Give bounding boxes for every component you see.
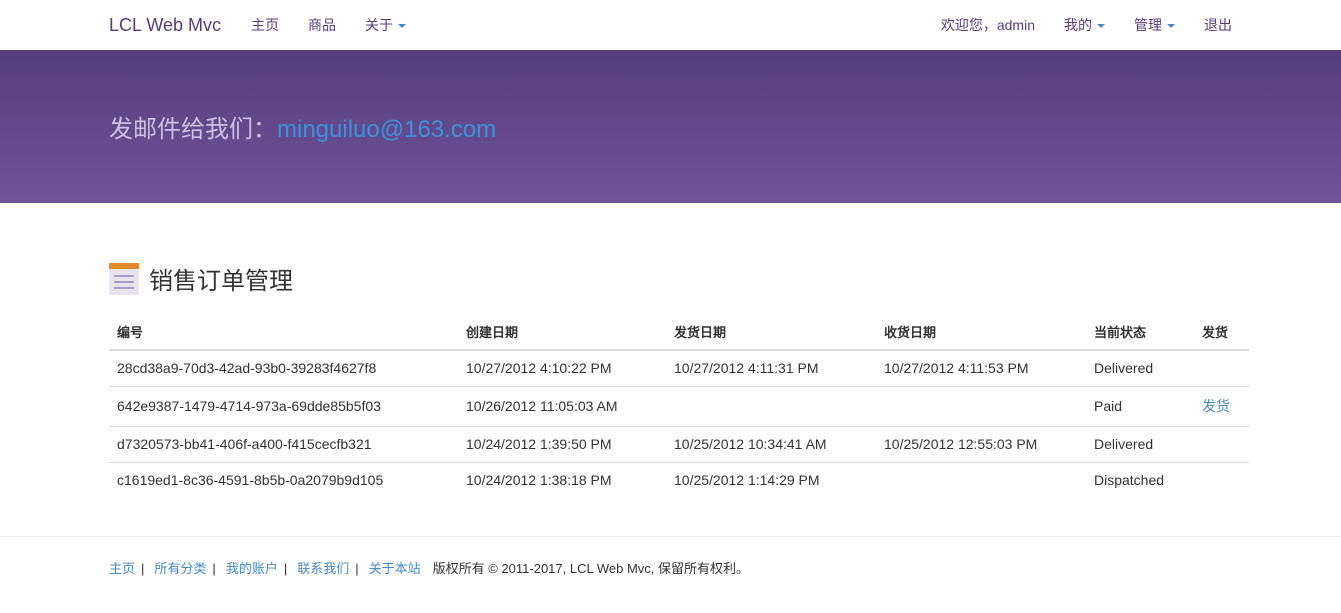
navbar: LCL Web Mvc 主页 商品 关于 欢迎您，admin 我的 管理 退出 [0,0,1341,50]
table-cell: d7320573-bb41-406f-a400-f415cecfb321 [109,426,458,463]
table-cell: 10/27/2012 4:10:22 PM [458,350,666,387]
table-cell [876,386,1086,427]
table-cell: Paid [1086,386,1194,427]
table-cell [666,386,876,427]
footer-link[interactable]: 联系我们 [297,561,349,576]
column-header: 发货日期 [666,314,876,351]
table-row: 642e9387-1479-4714-973a-69dde85b5f03 10/2… [109,386,1249,427]
footer-separator: | [212,561,216,576]
table-cell: 10/24/2012 1:39:50 PM [458,426,666,463]
table-cell [1194,426,1249,463]
table-cell: Delivered [1086,426,1194,463]
table-cell [1194,350,1249,387]
nav-about-label: 关于 [365,17,394,33]
nav-mine-label: 我的 [1064,17,1092,33]
banner: 发邮件给我们：minguiluo@163.com [0,50,1341,203]
copyright: 版权所有 © 2011-2017, LCL Web Mvc, 保留所有权利。 [432,561,750,576]
footer-link[interactable]: 主页 [109,561,135,576]
document-icon [109,262,139,295]
brand-link[interactable]: LCL Web Mvc [109,15,221,36]
table-cell: Delivered [1086,350,1194,387]
column-header: 发货 [1194,314,1249,351]
footer-separator: | [141,561,145,576]
nav-manage-dropdown[interactable]: 管理 [1134,15,1175,35]
table-cell: 10/25/2012 10:34:41 AM [666,426,876,463]
column-header: 收货日期 [876,314,1086,351]
caret-down-icon [1167,24,1175,29]
banner-heading: 发邮件给我们：minguiluo@163.com [109,109,496,144]
nav-mine-dropdown[interactable]: 我的 [1064,15,1105,35]
table-cell [876,463,1086,499]
footer-link[interactable]: 关于本站 [369,561,421,576]
email-link[interactable]: minguiluo@163.com [277,116,496,143]
page-title-text: 销售订单管理 [149,268,293,295]
table-cell: 10/27/2012 4:11:31 PM [666,350,876,387]
table-row: c1619ed1-8c36-4591-8b5b-0a2079b9d105 10/2… [109,463,1249,499]
nav-home[interactable]: 主页 [251,15,279,35]
column-header: 当前状态 [1086,314,1194,351]
table-cell: 10/24/2012 1:38:18 PM [466,472,612,488]
table-cell: 10/25/2012 12:55:03 PM [876,426,1086,463]
table-cell [1194,463,1249,499]
nav-about-dropdown[interactable]: 关于 [365,15,407,35]
table-row: 28cd38a9-70d3-42ad-93b0-39283f4627f8 10/2… [109,350,1249,387]
table-row: d7320573-bb41-406f-a400-f415cecfb321 10/2… [109,426,1249,463]
column-header: 创建日期 [458,314,666,351]
footer-link[interactable]: 我的账户 [226,561,278,576]
footer: 主页 | 所有分类 | 我的账户 | 联系我们 | 关于本站 版权所有 © 2011-2017, … [0,536,1341,598]
ship-link[interactable]: 发货 [1202,398,1230,414]
nav-logout[interactable]: 退出 [1204,15,1232,35]
nav-products[interactable]: 商品 [308,15,336,35]
nav-manage-label: 管理 [1134,17,1162,33]
page-title: 销售订单管理 [109,261,1249,296]
table-cell: 发货 [1194,386,1249,427]
table-cell: 642e9387-1479-4714-973a-69dde85b5f03 [109,386,458,427]
footer-separator: | [355,561,359,576]
table-cell: 28cd38a9-70d3-42ad-93b0-39283f4627f8 [109,350,458,387]
footer-link[interactable]: 所有分类 [154,561,206,576]
table-cell: 10/26/2012 11:05:03 AM [458,386,666,427]
column-header: 编号 [109,314,458,351]
table-cell: Dispatched [1094,472,1165,488]
table-cell: 10/27/2012 4:11:53 PM [876,350,1086,387]
table-cell: c1619ed1-8c36-4591-8b5b-0a2079b9d105 [117,472,384,488]
footer-separator: | [283,561,288,576]
welcome-text: 欢迎您，admin [940,17,1035,33]
banner-label: 发邮件给我们： [109,116,277,143]
caret-down-icon [398,24,407,29]
caret-down-icon [1097,24,1105,29]
orders-table: 编号 创建日期 发货日期 收货日期 当前状态 发货 28cd38a9-70d3-42ad-… [109,314,1249,498]
table-cell: 10/25/2012 1:14:29 PM [674,472,820,488]
